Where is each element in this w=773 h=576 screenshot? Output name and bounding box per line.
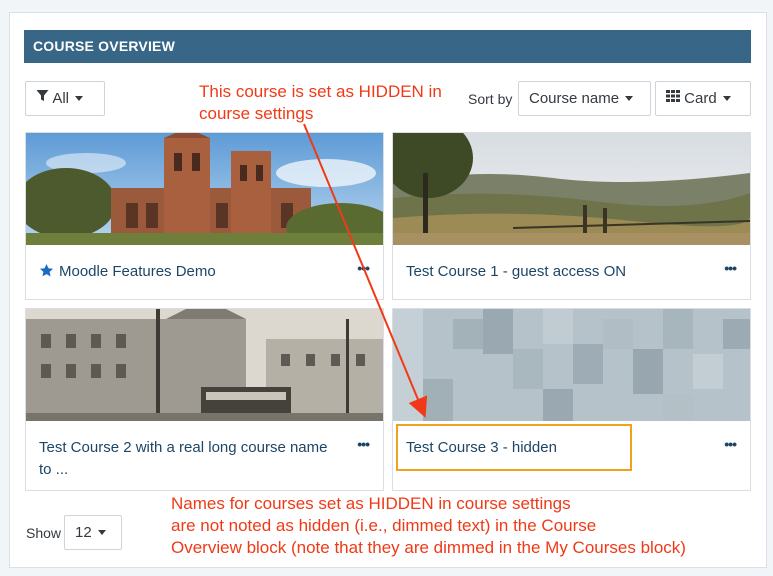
annotation-line: Overview block (note that they are dimme…	[171, 538, 686, 557]
annotation-arrow	[303, 123, 428, 418]
annotation-highlight-box	[396, 424, 632, 471]
annotation-line: are not noted as hidden (i.e., dimmed te…	[171, 516, 597, 535]
annotation-line: Names for courses set as HIDDEN in cours…	[171, 494, 571, 513]
annotation-bottom-note: Names for courses set as HIDDEN in cours…	[171, 493, 686, 559]
